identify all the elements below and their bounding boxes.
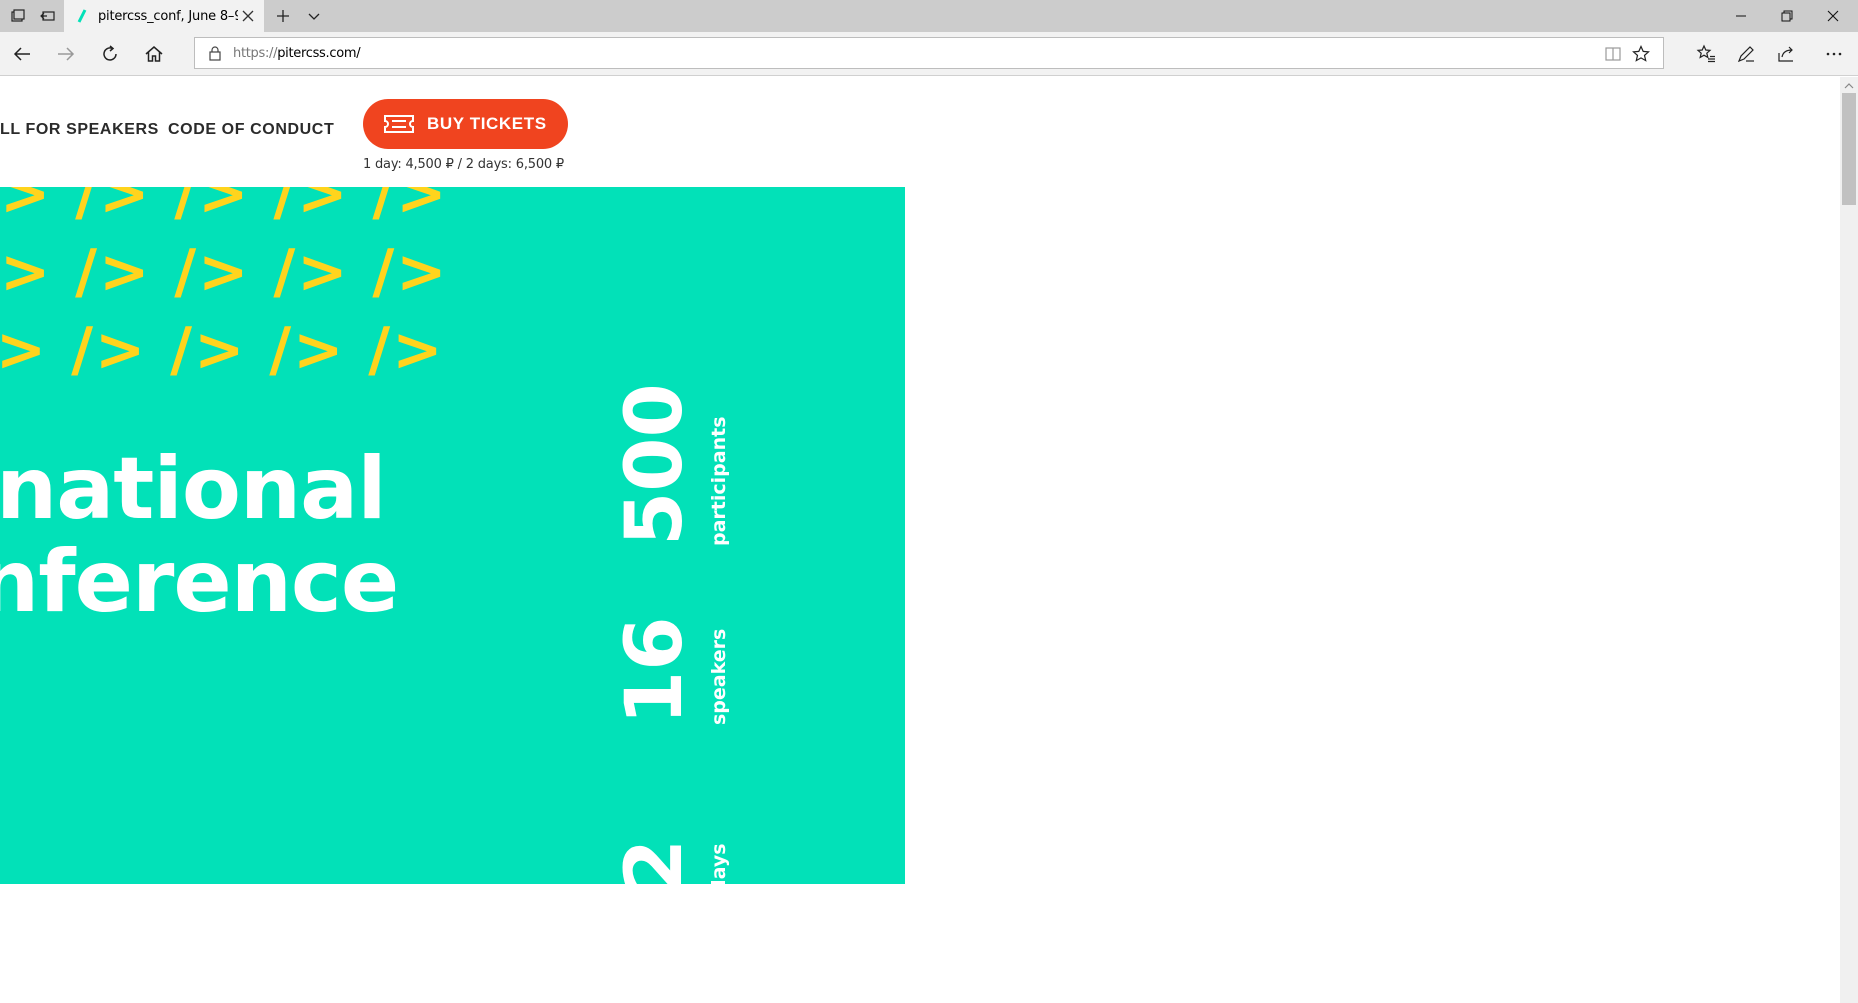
set-tabs-aside-icon[interactable]	[34, 0, 62, 32]
headline-line-2: nference	[0, 532, 399, 632]
headline-line-1: national	[0, 439, 387, 539]
refresh-icon[interactable]	[94, 38, 126, 70]
forward-arrow-icon[interactable]	[50, 38, 82, 70]
stat-participants-label: participants	[708, 416, 730, 546]
tab-manager-icon[interactable]	[4, 0, 32, 32]
new-tab-icon[interactable]	[268, 0, 298, 32]
browser-toolbar: https://pitercss.com/	[0, 32, 1858, 76]
more-options-icon[interactable]	[1818, 38, 1850, 70]
stat-speakers-value: 16	[610, 616, 700, 725]
favorites-hub-icon[interactable]	[1690, 38, 1722, 70]
web-note-pen-icon[interactable]	[1730, 38, 1762, 70]
nav-call-for-speakers-link[interactable]: LL FOR SPEAKERS	[0, 121, 159, 139]
ticket-icon	[384, 115, 414, 133]
page-viewport: LL FOR SPEAKERS CODE OF CONDUCT BUY TICK…	[0, 77, 1840, 1003]
stat-days-value: 2	[610, 838, 700, 884]
minimize-icon[interactable]	[1718, 0, 1764, 32]
url-text[interactable]: https://pitercss.com/	[233, 46, 361, 61]
reading-view-icon[interactable]	[1601, 42, 1625, 66]
scrollbar-thumb[interactable]	[1842, 93, 1856, 205]
stat-days-label: days	[708, 843, 730, 884]
buy-tickets-label: BUY TICKETS	[427, 114, 547, 133]
stat-speakers-label: speakers	[708, 628, 730, 725]
tab-title: pitercss_conf, June 8–9t	[98, 8, 238, 24]
address-bar[interactable]: https://pitercss.com/	[194, 37, 1664, 69]
url-protocol: https://	[233, 46, 278, 61]
active-tab[interactable]: pitercss_conf, June 8–9t	[64, 0, 264, 32]
pattern-row-1: > /> /> /> />	[0, 187, 449, 229]
restore-icon[interactable]	[1764, 0, 1810, 32]
pattern-row-3: /> /> /> /> />	[0, 315, 445, 385]
share-icon[interactable]	[1770, 38, 1802, 70]
hero-section: > /> /> /> /> > /> /> /> /> /> /> /> /> …	[0, 187, 905, 884]
vertical-scrollbar[interactable]	[1840, 77, 1858, 1003]
site-favicon-icon	[77, 9, 87, 23]
lock-icon	[209, 46, 221, 61]
close-window-icon[interactable]	[1810, 0, 1856, 32]
home-icon[interactable]	[138, 38, 170, 70]
buy-tickets-button[interactable]: BUY TICKETS	[363, 99, 568, 149]
ticket-prices: 1 day: 4,500 ₽ / 2 days: 6,500 ₽	[363, 157, 564, 172]
close-tab-icon[interactable]	[240, 8, 256, 24]
nav-code-of-conduct-link[interactable]: CODE OF CONDUCT	[168, 121, 334, 139]
scroll-up-arrow-icon[interactable]	[1844, 81, 1854, 91]
stat-participants-value: 500	[610, 383, 700, 546]
favorite-star-icon[interactable]	[1629, 42, 1653, 66]
back-arrow-icon[interactable]	[6, 38, 38, 70]
browser-tab-bar: pitercss_conf, June 8–9t	[0, 0, 1858, 32]
url-host: pitercss.com/	[277, 46, 361, 61]
pattern-row-2: > /> /> /> />	[0, 237, 449, 307]
tab-preview-chevron-icon[interactable]	[300, 0, 328, 32]
